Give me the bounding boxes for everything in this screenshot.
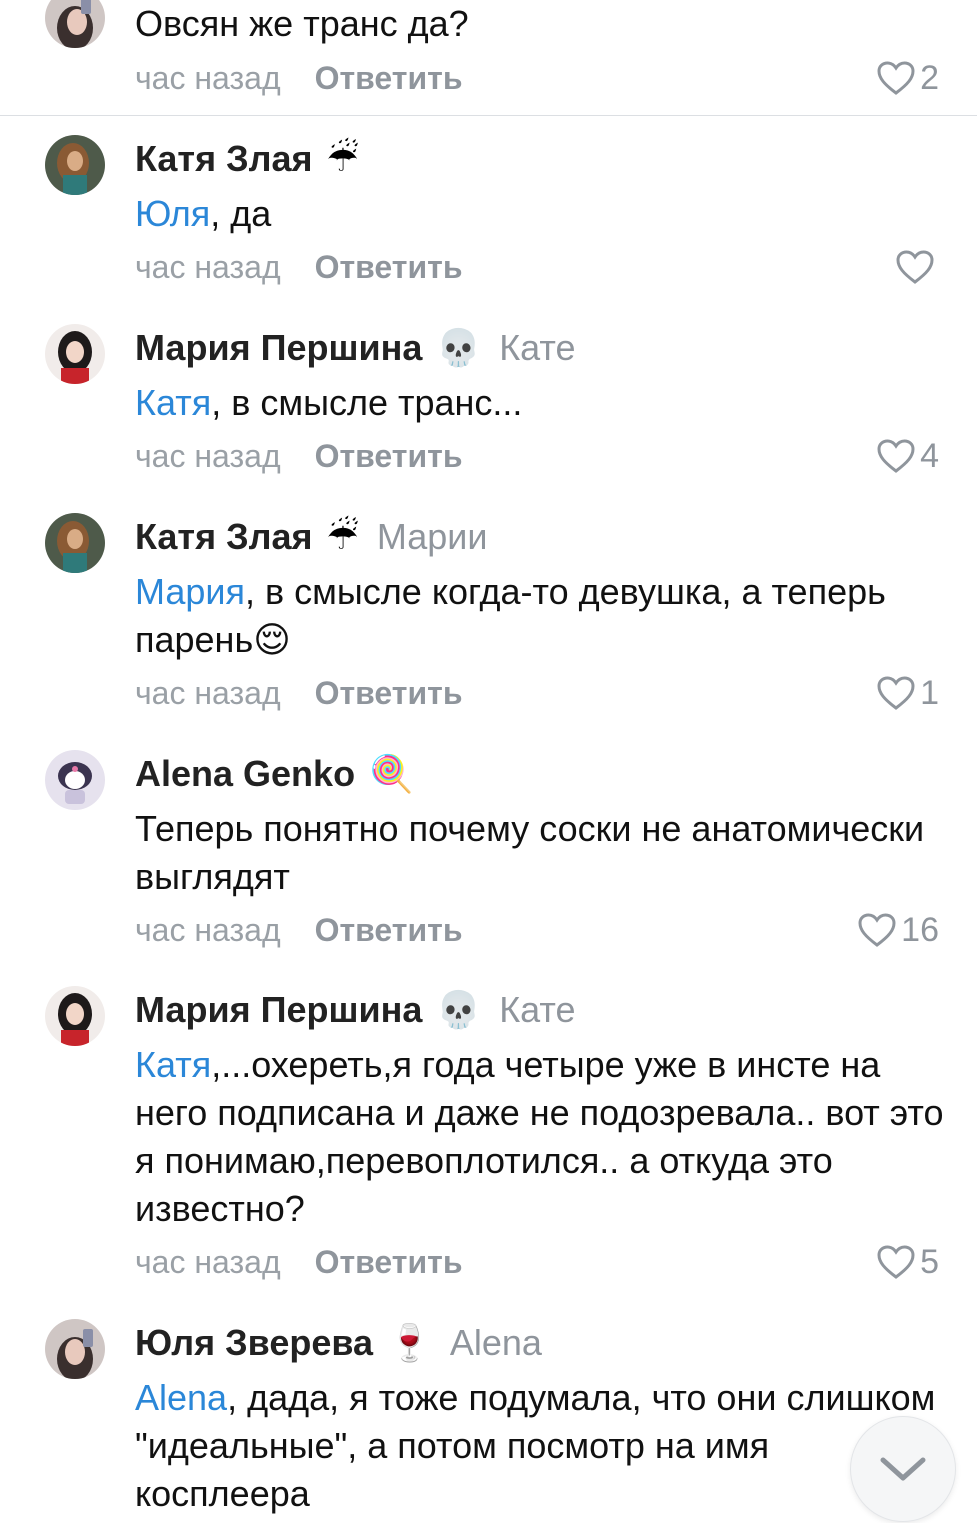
heart-icon bbox=[858, 913, 896, 947]
comment-body: , да bbox=[210, 193, 272, 234]
comment-text: Катя, в смысле транс... bbox=[135, 379, 945, 427]
avatar[interactable] bbox=[45, 1319, 105, 1379]
heart-icon bbox=[877, 439, 915, 473]
like-button[interactable]: 1 bbox=[876, 671, 939, 715]
author-name[interactable]: Катя Злая bbox=[135, 138, 313, 180]
comment-header: Катя Злая ☔ Марии bbox=[135, 515, 487, 559]
comment-text: Овсян же транс да? bbox=[135, 3, 469, 44]
comment-text: Мария, в смысле когда-то девушка, а тепе… bbox=[135, 568, 945, 664]
comment-header: Мария Першина 💀 Кате bbox=[135, 988, 576, 1032]
reply-button[interactable]: Ответить bbox=[315, 912, 463, 949]
reply-button[interactable]: Ответить bbox=[315, 438, 463, 475]
like-button[interactable]: 16 bbox=[857, 908, 939, 952]
comment-body: , дада, я тоже подумала, что они слишком… bbox=[135, 1377, 936, 1514]
author-name[interactable]: Мария Першина bbox=[135, 989, 422, 1031]
comment: Юля Зверева 🍷 Alena Alena, дада, я тоже … bbox=[0, 1319, 977, 1523]
author-name[interactable]: Катя Злая bbox=[135, 516, 313, 558]
comment: Мария Першина 💀 Кате Катя, в смысле тран… bbox=[0, 324, 977, 484]
comment-header: Alena Genko 🍭 bbox=[135, 752, 414, 796]
status-emoji: 🍷 bbox=[387, 1322, 432, 1363]
comment: Катя Злая ☔ Марии Мария, в смысле когда-… bbox=[0, 513, 977, 723]
mention-link[interactable]: Катя bbox=[135, 1044, 211, 1085]
like-count: 16 bbox=[901, 910, 939, 949]
status-emoji: ☔ bbox=[326, 138, 359, 179]
heart-icon bbox=[877, 1245, 915, 1279]
avatar[interactable] bbox=[45, 513, 105, 573]
comment-header: Катя Злая ☔ bbox=[135, 137, 359, 181]
status-emoji: ☔ bbox=[326, 516, 359, 557]
avatar[interactable] bbox=[45, 135, 105, 195]
mention-link[interactable]: Юля bbox=[135, 193, 210, 234]
reply-to-name[interactable]: Alena bbox=[450, 1322, 542, 1364]
like-button[interactable]: 4 bbox=[876, 434, 939, 478]
comment: Alena Genko 🍭 Теперь понятно почему соск… bbox=[0, 750, 977, 960]
avatar[interactable] bbox=[45, 0, 105, 48]
author-name[interactable]: Alena Genko bbox=[135, 753, 355, 795]
comment-time: час назад bbox=[135, 59, 281, 96]
avatar[interactable] bbox=[45, 986, 105, 1046]
status-emoji: 💀 bbox=[436, 989, 482, 1030]
avatar[interactable] bbox=[45, 750, 105, 810]
like-count: 2 bbox=[920, 58, 939, 97]
comment: Мария Першина 💀 Кате Катя,...охереть,я г… bbox=[0, 986, 977, 1291]
comment-time: час назад bbox=[135, 1243, 281, 1280]
comment-meta: час назад Ответить bbox=[135, 671, 462, 715]
comment-body: ,...охереть,я года четыре уже в инсте на… bbox=[135, 1044, 944, 1229]
author-name[interactable]: Юля Зверева bbox=[135, 1322, 373, 1364]
status-emoji: 💀 bbox=[436, 327, 482, 368]
comment-body: , в смысле транс... bbox=[211, 382, 523, 423]
reply-button[interactable]: Ответить bbox=[315, 675, 463, 712]
comment-meta: час назад Ответить bbox=[135, 56, 462, 100]
comment-time: час назад bbox=[135, 674, 281, 711]
reply-button[interactable]: Ответить bbox=[315, 60, 463, 97]
reply-to-name[interactable]: Кате bbox=[499, 327, 575, 369]
like-count: 5 bbox=[920, 1242, 939, 1281]
comment-meta: час назад Ответить bbox=[135, 1240, 462, 1284]
avatar[interactable] bbox=[45, 324, 105, 384]
like-count: 1 bbox=[920, 673, 939, 712]
mention-link[interactable]: Катя bbox=[135, 382, 211, 423]
like-count: 4 bbox=[920, 436, 939, 475]
heart-icon bbox=[877, 676, 915, 710]
heart-icon bbox=[877, 61, 915, 95]
comment: Овсян же транс да? час назад Ответить 2 bbox=[0, 0, 977, 115]
comment-time: час назад bbox=[135, 437, 281, 474]
scroll-down-button[interactable] bbox=[850, 1416, 956, 1522]
comment-time: час назад bbox=[135, 911, 281, 948]
comment-meta: час назад Ответить bbox=[135, 908, 462, 952]
reply-to-name[interactable]: Кате bbox=[499, 989, 575, 1031]
author-name[interactable]: Мария Першина bbox=[135, 327, 422, 369]
reply-button[interactable]: Ответить bbox=[315, 249, 463, 286]
like-button[interactable]: 5 bbox=[876, 1240, 939, 1284]
comment-header: Мария Першина 💀 Кате bbox=[135, 326, 576, 370]
chevron-down-icon bbox=[880, 1457, 926, 1481]
reply-to-name[interactable]: Марии bbox=[377, 516, 488, 558]
like-button[interactable] bbox=[895, 245, 939, 289]
comment-meta: час назад Ответить bbox=[135, 245, 462, 289]
mention-link[interactable]: Alena bbox=[135, 1377, 227, 1418]
comment-time: час назад bbox=[135, 248, 281, 285]
comment-header: Юля Зверева 🍷 Alena bbox=[135, 1321, 542, 1365]
comment: Катя Злая ☔ Юля, да час назад Ответить bbox=[0, 135, 977, 295]
mention-link[interactable]: Мария bbox=[135, 571, 245, 612]
comment-text: Катя,...охереть,я года четыре уже в инст… bbox=[135, 1041, 945, 1233]
comment-text: Alena, дада, я тоже подумала, что они сл… bbox=[135, 1374, 945, 1518]
comment-meta: час назад Ответить bbox=[135, 434, 462, 478]
comment-body: , в смысле когда-то девушка, а теперь па… bbox=[135, 571, 886, 660]
heart-icon bbox=[896, 250, 934, 284]
divider bbox=[0, 115, 977, 116]
status-emoji: 🍭 bbox=[369, 753, 414, 794]
like-button[interactable]: 2 bbox=[876, 56, 939, 100]
comment-text: Юля, да bbox=[135, 190, 945, 238]
reply-button[interactable]: Ответить bbox=[315, 1244, 463, 1281]
comment-text: Теперь понятно почему соски не анатомиче… bbox=[135, 808, 925, 897]
